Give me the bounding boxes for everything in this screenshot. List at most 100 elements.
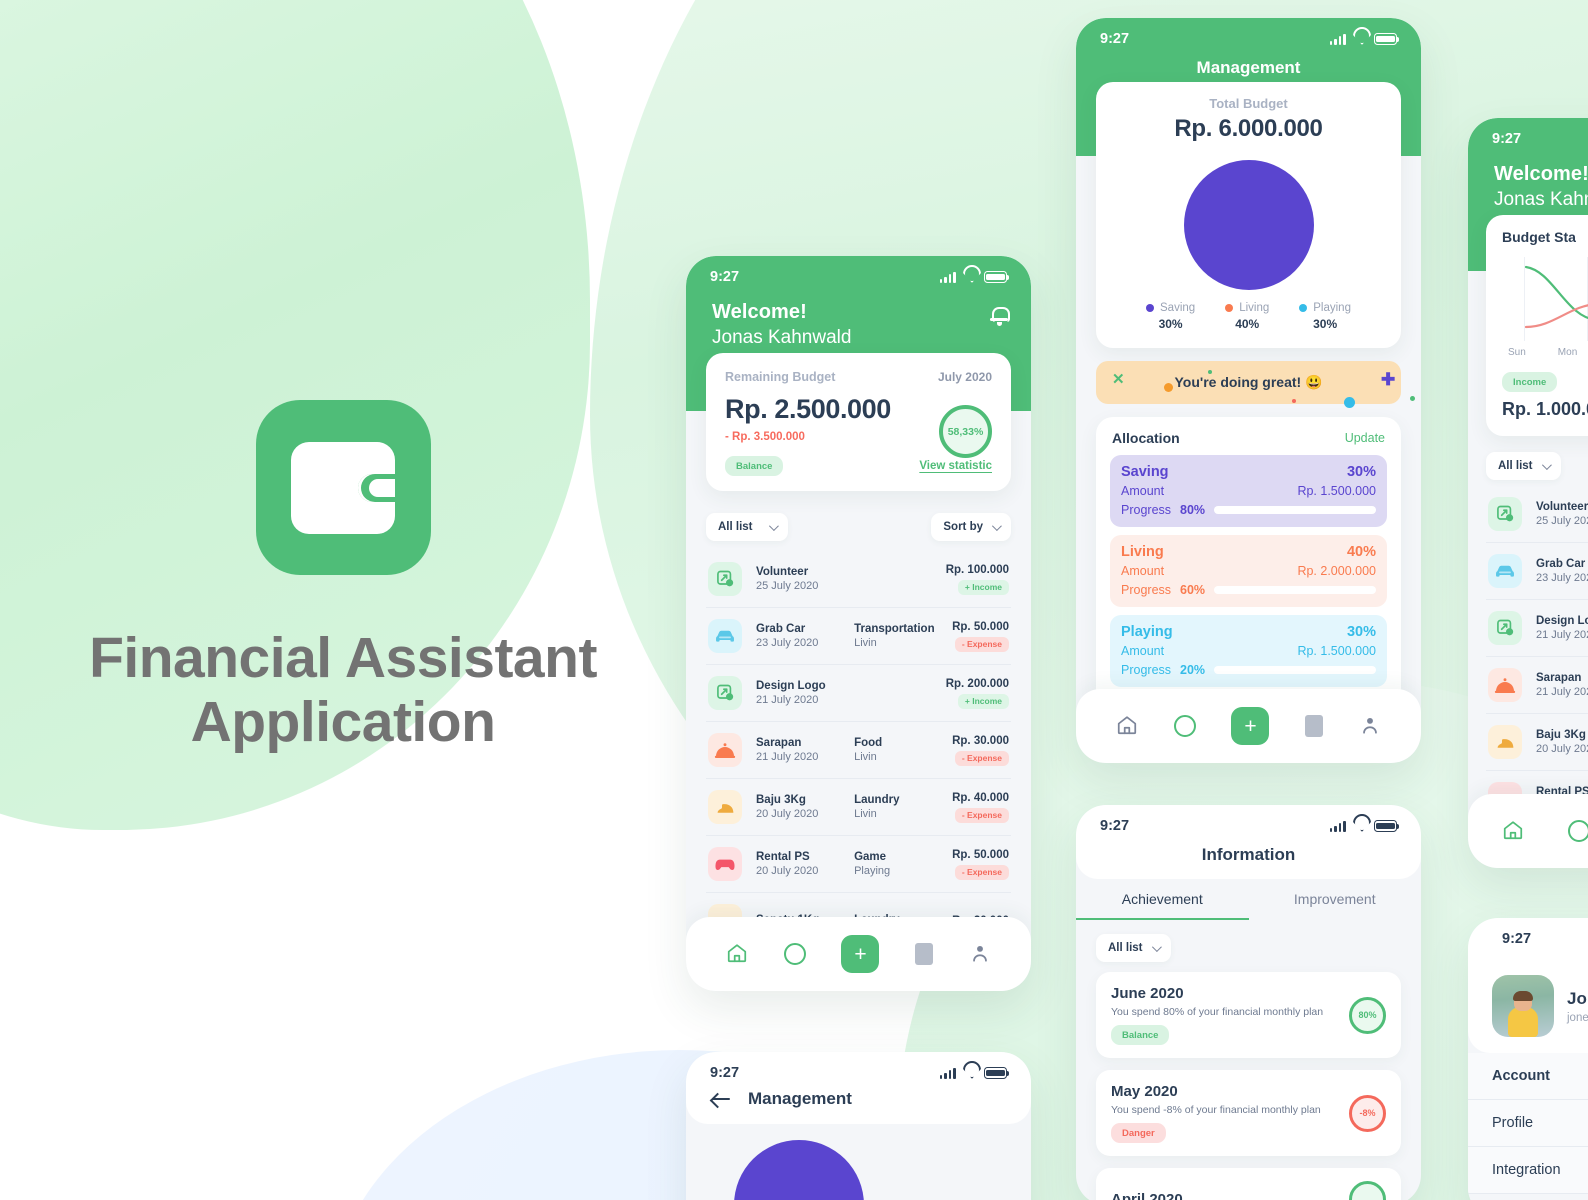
menu-item-profile[interactable]: Profile bbox=[1468, 1100, 1588, 1147]
transaction-main: Baju 3Kg 20 July 2020 bbox=[1536, 729, 1588, 755]
table-row[interactable]: Grab Car 23 July 2020 Transportation Livin R… bbox=[706, 608, 1011, 665]
confetti-x-green: ✕ bbox=[1112, 371, 1125, 388]
nav-circle-icon[interactable] bbox=[783, 943, 806, 965]
budget-percent-ring: 58,33% bbox=[939, 405, 992, 458]
status-bar: 9:27 bbox=[686, 256, 1031, 287]
table-row[interactable]: Rental PS 20 July 2020 Game Playing Rp. 50.0… bbox=[706, 836, 1011, 893]
transaction-name: Baju 3Kg bbox=[1536, 729, 1586, 741]
allocation-row[interactable]: Playing 30% Amount Rp. 1.500.000 Progress 20% bbox=[1110, 615, 1387, 687]
transaction-amount-block: Rp. 40.000 - Expense bbox=[952, 792, 1009, 823]
signal-icon bbox=[1329, 33, 1346, 45]
view-statistic-link[interactable]: View statistic bbox=[919, 460, 992, 472]
page-title: Financial Assistant Application bbox=[0, 626, 686, 755]
table-row[interactable]: Sarapan 21 July 2020 bbox=[1486, 657, 1588, 714]
nav-home-icon[interactable] bbox=[726, 942, 748, 967]
transaction-main: Sarapan 21 July 2020 bbox=[1536, 672, 1588, 698]
profile-name: Jon bbox=[1567, 988, 1588, 1008]
allocation-label: Allocation bbox=[1112, 430, 1180, 446]
table-row[interactable]: Design Logo 21 July 2020 Rp. 200.000 + Inco… bbox=[706, 665, 1011, 722]
nav-person-icon[interactable] bbox=[1359, 714, 1381, 739]
menu-item-account[interactable]: Account bbox=[1468, 1053, 1588, 1100]
transaction-amount-block: Rp. 100.000 + Income bbox=[946, 564, 1009, 595]
budget-pie-chart bbox=[734, 1140, 864, 1200]
menu-item-integration[interactable]: Integration bbox=[1468, 1147, 1588, 1194]
status-bar: 9:27 bbox=[1468, 118, 1588, 149]
tab-improvement[interactable]: Improvement bbox=[1249, 891, 1422, 920]
table-row[interactable]: Volunteer 25 July 2020 bbox=[1486, 486, 1588, 543]
legend-label: Living bbox=[1239, 302, 1270, 314]
update-button[interactable]: Update bbox=[1345, 431, 1385, 445]
all-list-dropdown[interactable]: All list bbox=[1486, 452, 1561, 480]
transaction-name: Volunteer bbox=[756, 566, 809, 578]
table-row[interactable]: Design Logo 21 July 2020 bbox=[1486, 600, 1588, 657]
status-time: 9:27 bbox=[1492, 131, 1522, 147]
tab-achievement[interactable]: Achievement bbox=[1076, 891, 1249, 920]
transaction-category: Food Livin bbox=[854, 737, 883, 763]
allocation-name: Living bbox=[1121, 544, 1164, 560]
arrow-left-icon[interactable] bbox=[712, 1092, 730, 1106]
budget-month: July 2020 bbox=[937, 370, 992, 384]
table-row[interactable]: Volunteer 25 July 2020 Rp. 100.000 + Income bbox=[706, 551, 1011, 608]
battery-icon bbox=[984, 1067, 1010, 1079]
status-badge: - Expense bbox=[954, 636, 1009, 652]
car-icon bbox=[708, 619, 742, 653]
table-row[interactable]: Sarapan 21 July 2020 Food Livin Rp. 30.000 - … bbox=[706, 722, 1011, 779]
allocation-row[interactable]: Living 40% Amount Rp. 2.000.000 Progress 60% bbox=[1110, 535, 1387, 607]
status-time: 9:27 bbox=[1502, 931, 1532, 947]
status-time: 9:27 bbox=[710, 269, 740, 285]
banner-text: You're doing great! 😃 bbox=[1174, 374, 1323, 390]
all-list-dropdown[interactable]: All list bbox=[706, 513, 788, 541]
sort-by-dropdown[interactable]: Sort by bbox=[931, 513, 1011, 541]
allocation-blocks: Saving 30% Amount Rp. 1.500.000 Progress 80% L… bbox=[1110, 455, 1387, 687]
home-filters: All list Sort by bbox=[686, 491, 1031, 551]
transaction-amount-block: Rp. 200.000 + Income bbox=[946, 678, 1009, 709]
nav-person-icon[interactable] bbox=[969, 942, 991, 967]
nav-plus-icon[interactable]: + bbox=[1231, 707, 1270, 745]
list-item[interactable]: June 2020 You spend 80% of your financial… bbox=[1096, 972, 1401, 1058]
allocation-progress-value: 60% bbox=[1180, 583, 1206, 597]
transaction-main: Sarapan 21 July 2020 bbox=[756, 737, 840, 763]
transaction-list: Volunteer 25 July 2020 Grab Car 23 July 202… bbox=[1468, 486, 1588, 828]
confetti-dot-green-2 bbox=[1410, 396, 1415, 401]
transaction-name: Volunteer bbox=[1536, 501, 1588, 513]
nav-home-icon[interactable] bbox=[1116, 714, 1138, 739]
list-item[interactable]: May 2020 You spend -8% of your financial … bbox=[1096, 1070, 1401, 1156]
nav-document-icon[interactable] bbox=[915, 943, 934, 965]
management-detail-header: 9:27 Management bbox=[686, 1052, 1031, 1124]
allocation-row[interactable]: Saving 30% Amount Rp. 1.500.000 Progress 80% bbox=[1110, 455, 1387, 527]
table-row[interactable]: Baju 3Kg 20 July 2020 Laundry Livin Rp. 40.0… bbox=[706, 779, 1011, 836]
status-bar: 9:27 bbox=[1076, 805, 1421, 836]
information-body: All list June 2020 You spend 80% of your … bbox=[1076, 920, 1421, 1200]
allocation-name: Saving bbox=[1121, 464, 1169, 480]
profile-email: jone bbox=[1567, 1011, 1588, 1024]
information-title: Information bbox=[1201, 845, 1296, 864]
nav-plus-icon[interactable]: + bbox=[841, 935, 880, 973]
nav-home-icon[interactable] bbox=[1502, 819, 1524, 844]
iron-icon bbox=[1488, 725, 1522, 759]
status-bar: 9:27 bbox=[1076, 18, 1421, 49]
confetti-dot-blue bbox=[1344, 397, 1355, 408]
list-item[interactable]: April 2020 bbox=[1096, 1168, 1401, 1200]
transaction-date: 21 July 2020 bbox=[1536, 629, 1588, 641]
bell-icon[interactable] bbox=[990, 307, 1010, 326]
nav-circle-icon[interactable] bbox=[1568, 820, 1588, 842]
all-list-dropdown[interactable]: All list bbox=[1096, 934, 1171, 962]
allocation-progress-value: 20% bbox=[1180, 663, 1206, 677]
table-row[interactable]: Baju 3Kg 20 July 2020 bbox=[1486, 714, 1588, 771]
legend-item: Playing 30% bbox=[1299, 302, 1351, 331]
wifi-icon bbox=[963, 272, 977, 283]
month-title: May 2020 bbox=[1111, 1083, 1178, 1100]
month-title: June 2020 bbox=[1111, 985, 1184, 1002]
transaction-category: Transportation Livin bbox=[854, 623, 935, 649]
allocation-name: Playing bbox=[1121, 624, 1173, 640]
allocation-progress-label: Progress bbox=[1121, 663, 1172, 677]
greeting-block: Welcome! Jonas Kahnwald bbox=[686, 287, 1031, 349]
remaining-budget-card: Remaining Budget July 2020 Rp. 2.500.000… bbox=[706, 353, 1011, 491]
table-row[interactable]: Grab Car 23 July 2020 bbox=[1486, 543, 1588, 600]
legend-item: Living 40% bbox=[1225, 302, 1269, 331]
nav-document-icon[interactable] bbox=[1305, 715, 1324, 737]
legend-label: Playing bbox=[1313, 302, 1351, 314]
nav-circle-icon[interactable] bbox=[1173, 715, 1196, 737]
branding-block: Financial Assistant Application bbox=[0, 400, 686, 755]
total-budget-amount: Rp. 6.000.000 bbox=[1174, 115, 1323, 142]
